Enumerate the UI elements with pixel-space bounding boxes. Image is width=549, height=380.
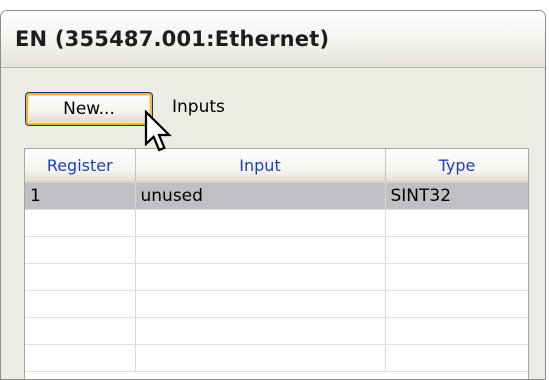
column-header-type[interactable]: Type [385,149,528,183]
table-row[interactable]: 1 unused SINT32 [25,182,528,210]
cell-input: unused [135,182,386,210]
inputs-table[interactable]: Register Input Type 1 unused SINT32 [24,148,529,379]
dialog-window: EN (355487.001:Ethernet) New... Inputs R… [0,10,546,380]
cell-type [385,290,528,318]
inputs-pane: New... Inputs Register Input Type 1 unus… [1,68,545,379]
cell-type [385,317,528,345]
cell-type [385,209,528,237]
cell-input [135,263,386,291]
table-row[interactable] [25,209,528,237]
table-row[interactable] [25,317,528,345]
cell-type [385,344,528,372]
cell-register [25,317,136,345]
new-button[interactable]: New... [25,92,153,126]
inputs-section-label: Inputs [172,97,225,117]
cell-input [135,236,386,264]
cell-type [385,263,528,291]
cell-input [135,209,386,237]
cell-register [25,344,136,372]
cell-type: SINT32 [385,182,528,210]
table-row[interactable] [25,236,528,264]
window-title: EN (355487.001:Ethernet) [15,27,330,51]
table-row[interactable] [25,290,528,318]
cell-register [25,263,136,291]
cell-register [25,290,136,318]
cell-input [135,290,386,318]
cell-type [385,236,528,264]
cell-register [25,236,136,264]
cell-input [135,317,386,345]
column-header-register[interactable]: Register [25,149,136,183]
title-bar[interactable]: EN (355487.001:Ethernet) [1,11,545,68]
table-row[interactable] [25,263,528,291]
arrow-cursor-icon [144,110,172,152]
table-row[interactable] [25,344,528,372]
cell-input [135,344,386,372]
cell-register: 1 [25,182,136,210]
table-header-row: Register Input Type [25,149,528,183]
cell-register [25,209,136,237]
